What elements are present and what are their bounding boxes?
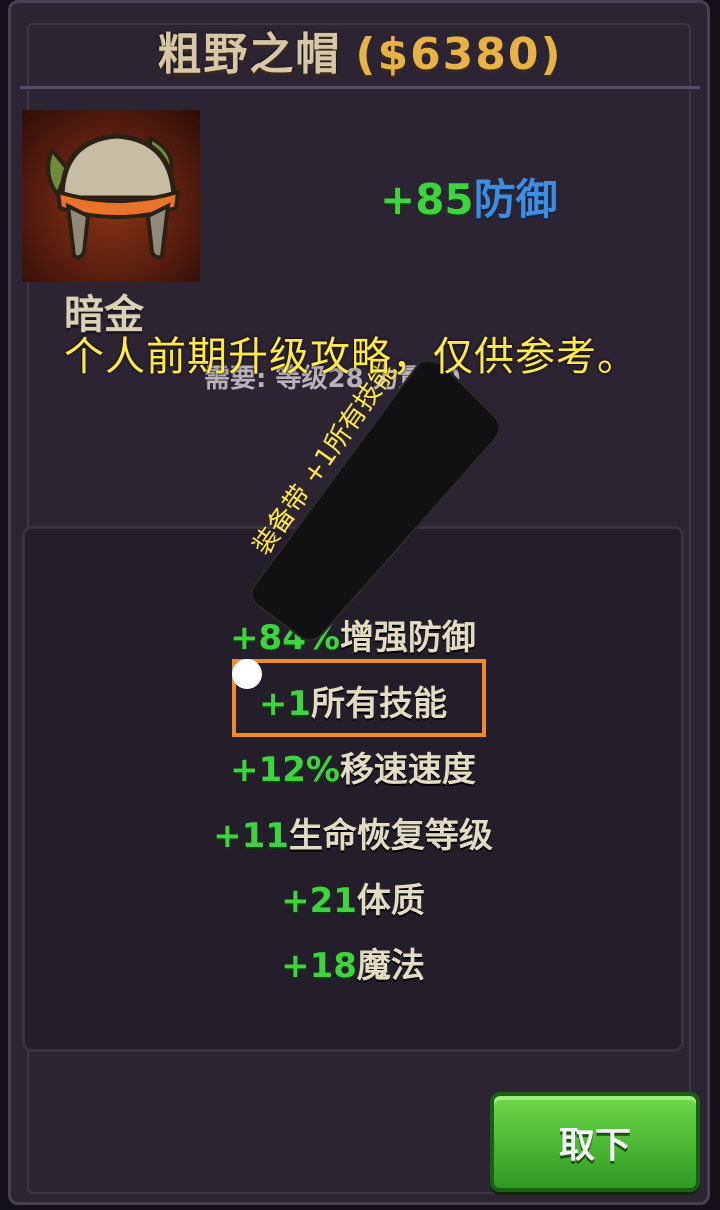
attribute-row: +11生命恢复等级 xyxy=(213,816,493,856)
attribute-row: +21体质 xyxy=(281,881,425,921)
defense-label: 防御 xyxy=(473,175,558,224)
item-header: 粗野之帽 ($6380) xyxy=(0,0,720,92)
attribute-row: +12%移速速度 xyxy=(230,750,476,790)
unequip-button[interactable]: 取下 xyxy=(490,1092,700,1192)
helmet-icon xyxy=(22,110,200,282)
defense-stat: +85防御 xyxy=(380,166,558,227)
defense-value: +85 xyxy=(380,175,474,224)
highlight-box xyxy=(232,659,486,737)
attribute-row: +18魔法 xyxy=(281,946,425,986)
touch-indicator xyxy=(232,659,262,689)
item-title: 粗野之帽 ($6380) xyxy=(0,18,720,82)
item-price: ($6380) xyxy=(355,29,563,80)
caption-overlay: 个人前期升级攻略，仅供参考。 xyxy=(64,334,638,380)
header-divider xyxy=(20,86,700,89)
item-name: 粗野之帽 xyxy=(157,29,342,80)
unequip-button-label: 取下 xyxy=(558,1125,631,1166)
